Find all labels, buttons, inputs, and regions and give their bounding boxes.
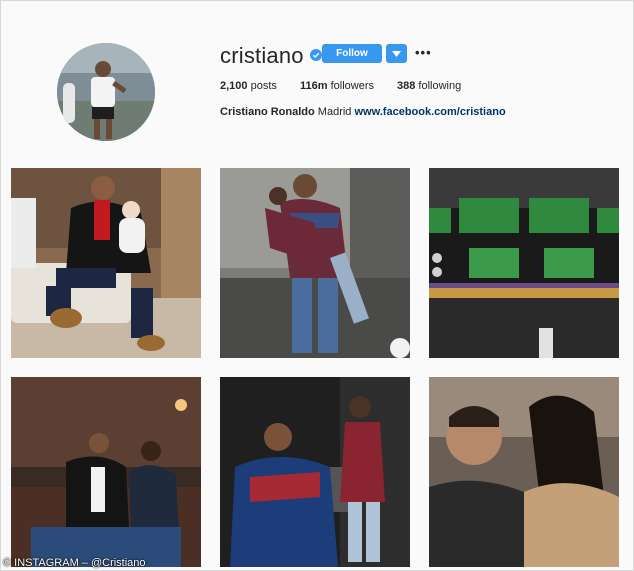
bio-full-name: Cristiano Ronaldo — [220, 106, 315, 118]
chevron-down-icon — [392, 51, 401, 57]
posts-label: posts — [250, 80, 277, 92]
bio-external-link[interactable]: www.facebook.com/cristiano — [354, 106, 505, 118]
more-options-icon[interactable]: ••• — [415, 45, 432, 60]
followers-label: followers — [330, 80, 374, 92]
post-thumbnail[interactable] — [220, 377, 410, 567]
verified-badge-icon — [310, 49, 322, 61]
post-thumbnail[interactable] — [220, 168, 410, 358]
profile-username: cristiano — [220, 43, 304, 68]
post-thumbnail[interactable] — [429, 377, 619, 567]
following-value: 388 — [397, 80, 416, 92]
bio-location: Madrid — [317, 106, 352, 118]
profile-bio: Cristiano Ronaldo Madrid www.facebook.co… — [220, 106, 506, 118]
post-thumbnail[interactable] — [11, 377, 201, 567]
instagram-profile-page: cristiano Follow ••• 2,100 posts 116m fo… — [0, 0, 634, 571]
follow-button[interactable]: Follow — [322, 44, 382, 63]
followers-count[interactable]: 116m followers — [300, 80, 374, 92]
post-thumbnail[interactable] — [429, 168, 619, 358]
photo-credit: © INSTAGRAM – @Cristiano — [3, 557, 146, 569]
following-count[interactable]: 388 following — [397, 80, 461, 92]
posts-value: 2,100 — [220, 80, 248, 92]
posts-count: 2,100 posts — [220, 80, 277, 92]
post-thumbnail[interactable] — [11, 168, 201, 358]
following-label: following — [418, 80, 462, 92]
profile-avatar[interactable] — [57, 43, 155, 141]
followers-value: 116m — [300, 80, 328, 92]
suggestions-dropdown-button[interactable] — [386, 44, 407, 63]
